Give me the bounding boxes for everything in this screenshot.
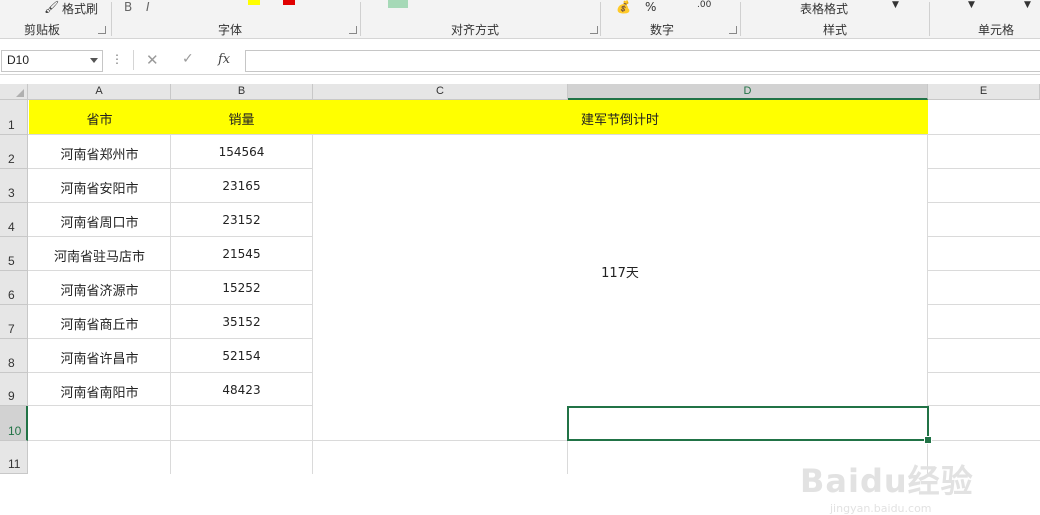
cell-a9[interactable]: 河南省南阳市 [29, 382, 170, 401]
row-number: 2 [8, 152, 15, 166]
group-styles-label: 样式 [823, 23, 848, 37]
group-cells-label: 单元格 [978, 23, 1015, 37]
cell-b7[interactable]: 35152 [171, 315, 312, 329]
row-header-3[interactable]: 3 [0, 169, 28, 203]
column-header-a[interactable]: A [28, 84, 171, 100]
row-header-5[interactable]: 5 [0, 237, 28, 271]
format-painter-icon[interactable]: 🖌 [44, 0, 59, 14]
row-number: 7 [8, 322, 15, 336]
chevron-down-icon[interactable] [90, 58, 98, 63]
more-options-icon[interactable]: ⋮ [111, 52, 123, 66]
row-number: 8 [8, 356, 15, 370]
row-header-10[interactable]: 10 [0, 406, 28, 441]
row-header-9[interactable]: 9 [0, 373, 28, 406]
group-clipboard-label: 剪贴板 [24, 23, 61, 37]
row-header-4[interactable]: 4 [0, 203, 28, 237]
format-painter-button[interactable]: 格式刷 [62, 0, 98, 17]
row-header-8[interactable]: 8 [0, 339, 28, 373]
cell-b2[interactable]: 154564 [171, 145, 312, 159]
cell-b3[interactable]: 23165 [171, 179, 312, 193]
cell-a4[interactable]: 河南省周口市 [29, 212, 170, 231]
bold-icon[interactable]: B [124, 0, 132, 14]
row-header-2[interactable]: 2 [0, 135, 28, 169]
column-header-b[interactable]: B [171, 84, 313, 100]
chevron-down-icon[interactable]: ▼ [968, 0, 975, 10]
ribbon-divider [111, 2, 112, 36]
cancel-icon[interactable]: ✕ [146, 51, 159, 69]
currency-icon[interactable]: 💰 [616, 0, 631, 14]
column-header-e[interactable]: E [928, 84, 1040, 100]
group-font-label: 字体 [218, 23, 243, 37]
cell-b4[interactable]: 23152 [171, 213, 312, 227]
group-alignment-label: 对齐方式 [451, 23, 500, 37]
ribbon-divider [929, 2, 930, 36]
cell-c1-merged[interactable]: 建军节倒计时 [313, 109, 927, 128]
row-header-11[interactable]: 11 [0, 441, 28, 474]
chevron-down-icon[interactable]: ▼ [892, 0, 899, 10]
number-launcher-icon[interactable] [729, 26, 737, 34]
active-cell-d10[interactable] [567, 406, 929, 441]
italic-icon[interactable]: I [146, 0, 150, 14]
formula-buttons: ✕ ✓ fx [133, 50, 242, 70]
chevron-down-icon[interactable]: ▼ [1024, 0, 1031, 10]
percent-button[interactable]: % [645, 0, 656, 14]
row-number: 6 [8, 288, 15, 302]
row-header-6[interactable]: 6 [0, 271, 28, 305]
ribbon-divider [740, 2, 741, 36]
table-format-button[interactable]: 表格格式 [800, 0, 848, 17]
row-number: 9 [8, 389, 15, 403]
cell-a8[interactable]: 河南省许昌市 [29, 348, 170, 367]
enter-icon[interactable]: ✓ [182, 51, 194, 67]
row-number: 3 [8, 186, 15, 200]
group-number-label: 数字 [650, 23, 675, 37]
countdown-value: 117天 [601, 266, 639, 281]
cell-b5[interactable]: 21545 [171, 247, 312, 261]
font-launcher-icon[interactable] [349, 26, 357, 34]
column-header-c[interactable]: C [313, 84, 568, 100]
ribbon: 🖌 格式刷 B I 💰 % .00 表格格式 ▼ ▼ ▼ 剪贴板 字体 对齐方式… [0, 0, 1040, 39]
insert-function-icon[interactable]: fx [218, 52, 230, 67]
ribbon-group-labels: 剪贴板 字体 对齐方式 数字 样式 单元格 [0, 20, 1040, 38]
cell-a6[interactable]: 河南省济源市 [29, 280, 170, 299]
row-header-7[interactable]: 7 [0, 305, 28, 339]
ribbon-commands: 🖌 格式刷 B I 💰 % .00 表格格式 ▼ ▼ ▼ [0, 0, 1040, 18]
fill-color-icon[interactable] [248, 0, 260, 5]
select-all-icon [16, 89, 24, 97]
row-number: 10 [8, 424, 22, 438]
alignment-launcher-icon[interactable] [590, 26, 598, 34]
spreadsheet-grid: A B C D E 1 2 3 4 5 6 7 8 9 10 11 省市 销量 … [0, 84, 1040, 515]
cell-b6[interactable]: 15252 [171, 281, 312, 295]
row-number: 4 [8, 220, 15, 234]
cell-a3[interactable]: 河南省安阳市 [29, 178, 170, 197]
formula-bar: D10 ⋮ ✕ ✓ fx [0, 44, 1040, 75]
row-number: 5 [8, 254, 15, 268]
watermark-logo-text: Baidu经验 [800, 462, 974, 500]
cell-b8[interactable]: 52154 [171, 349, 312, 363]
cell-a1[interactable]: 省市 [29, 109, 170, 128]
fill-handle[interactable] [924, 436, 932, 444]
row-number: 1 [8, 118, 15, 132]
decimal-button[interactable]: .00 [697, 0, 711, 10]
cell-a7[interactable]: 河南省商丘市 [29, 314, 170, 333]
cell-b1[interactable]: 销量 [171, 109, 312, 128]
cell-b9[interactable]: 48423 [171, 383, 312, 397]
clipboard-launcher-icon[interactable] [98, 26, 106, 34]
ribbon-divider [600, 2, 601, 36]
watermark-url: jingyan.baidu.com [830, 502, 932, 515]
formula-input[interactable] [245, 50, 1040, 72]
cell-a5[interactable]: 河南省驻马店市 [29, 246, 170, 265]
column-header-d[interactable]: D [568, 84, 928, 100]
font-color-icon[interactable] [283, 0, 295, 5]
name-box-value: D10 [7, 53, 30, 67]
name-box[interactable]: D10 [1, 50, 103, 72]
row-number: 11 [8, 457, 21, 471]
ribbon-divider [360, 2, 361, 36]
select-all-button[interactable] [0, 84, 28, 100]
row-header-1[interactable]: 1 [0, 100, 28, 135]
align-middle-icon[interactable] [388, 0, 408, 8]
cell-a2[interactable]: 河南省郑州市 [29, 144, 170, 163]
